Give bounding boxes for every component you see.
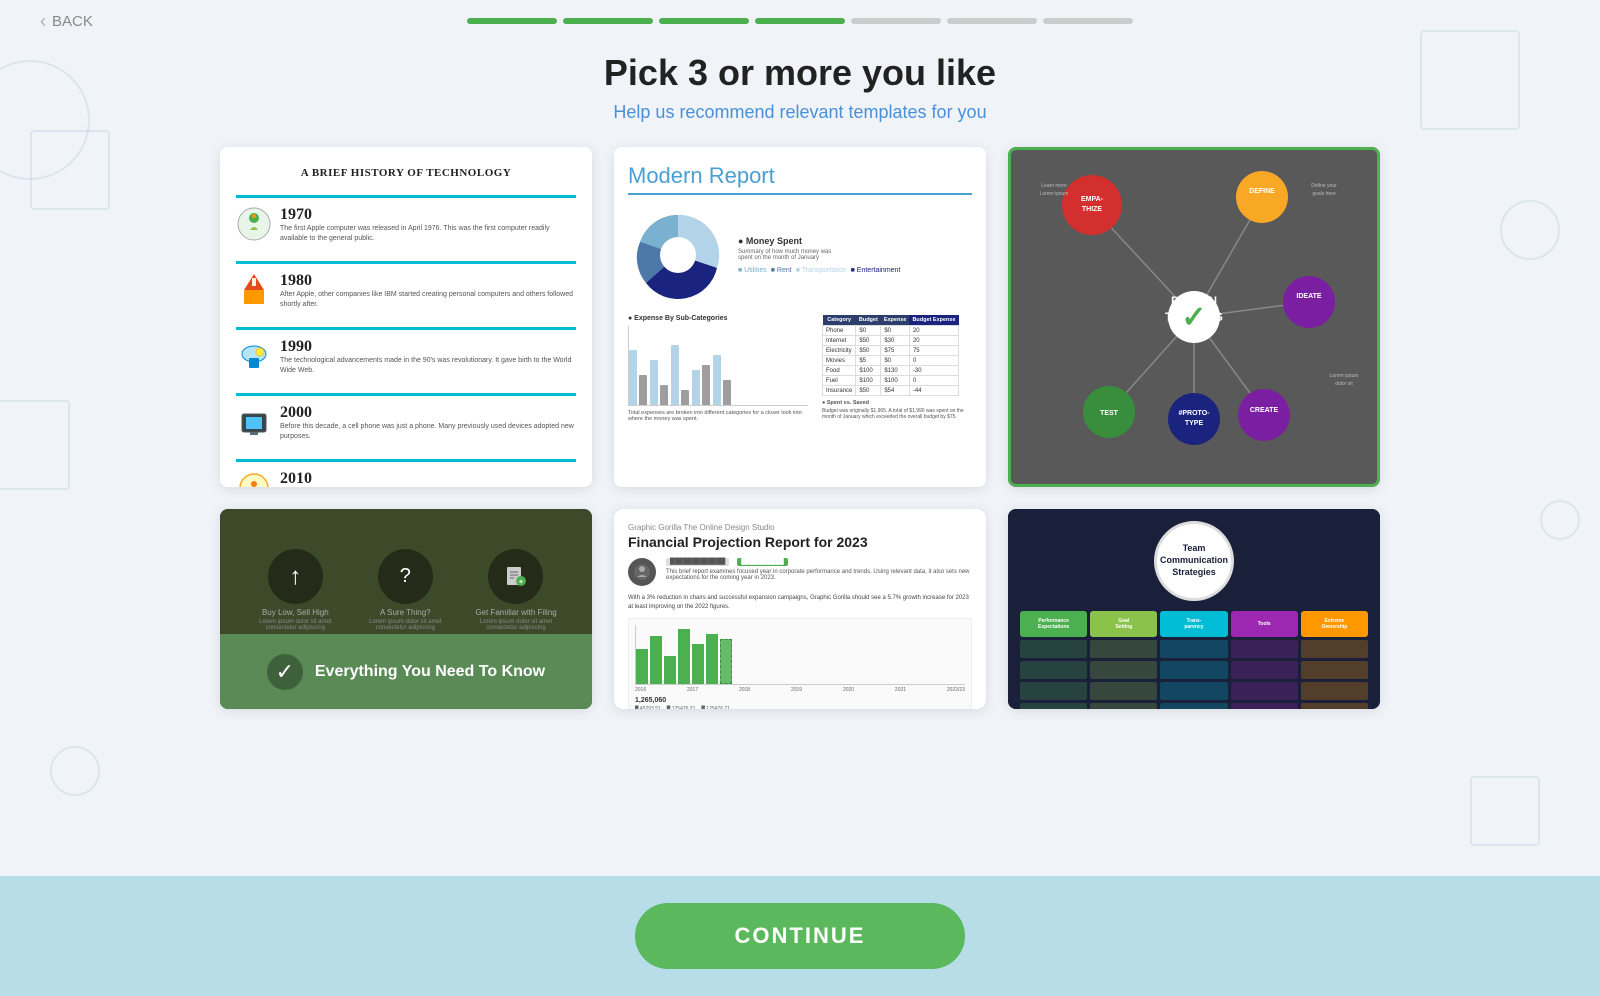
- card-1-title: A BRIEF HISTORY OF TECHNOLOGY: [236, 167, 576, 179]
- svg-text:Lorem ipsum: Lorem ipsum: [1040, 191, 1069, 197]
- progress-segment-4: [755, 18, 845, 24]
- card-6-col-5-row-2: [1301, 661, 1368, 679]
- card-4-selected-text: Everything You Need To Know: [315, 663, 545, 681]
- card-6-col-1-row-3: [1020, 682, 1087, 700]
- back-button[interactable]: ‹ BACK: [40, 11, 93, 32]
- progress-segment-2: [563, 18, 653, 24]
- continue-button[interactable]: CONTINUE: [635, 903, 966, 969]
- bottom-bar: CONTINUE: [0, 876, 1600, 996]
- card-2-bar-section: ● Expense By Sub-Categories: [628, 315, 972, 422]
- svg-text:TEST: TEST: [1100, 410, 1119, 417]
- card-6-col-4-header: Tools: [1231, 611, 1298, 637]
- card-5-header: Graphic Gorilla The Online Design Studio: [628, 523, 972, 532]
- card-6-col-5-row-3: [1301, 682, 1368, 700]
- svg-text:Define your: Define your: [1311, 183, 1337, 189]
- progress-segment-5: [851, 18, 941, 24]
- svg-text:EMPA-: EMPA-: [1081, 196, 1104, 203]
- timeline-1980: 1980 After Apple, other companies like I…: [236, 257, 576, 313]
- card-6-col-3-row-4: [1160, 703, 1227, 709]
- card-1-preview: A BRIEF HISTORY OF TECHNOLOGY 1970 The f…: [220, 147, 592, 487]
- svg-text:+: +: [519, 579, 523, 586]
- card-6-col-1-header: PerformanceExpectations: [1020, 611, 1087, 637]
- card-6-preview: TeamCommunicationStrategies PerformanceE…: [1008, 509, 1380, 709]
- card-4-caption-2: A Sure Thing?: [380, 608, 431, 617]
- card-6-col-3-row-1: [1160, 640, 1227, 658]
- template-card-1[interactable]: ✓ A BRIEF HISTORY OF TECHNOLOGY 1970 The…: [220, 147, 592, 487]
- svg-text:DEFINE: DEFINE: [1249, 188, 1275, 195]
- card-6-col-5-row-4: [1301, 703, 1368, 709]
- svg-text:goals here: goals here: [1312, 191, 1336, 197]
- card-6-col-5-header: ExtremeOwnership: [1301, 611, 1368, 637]
- card-4-check-icon: ✓: [267, 654, 303, 690]
- progress-segment-7: [1043, 18, 1133, 24]
- card-4-icon-2: ?: [378, 549, 433, 604]
- page-header: Pick 3 or more you like Help us recommen…: [0, 34, 1600, 147]
- timeline-2010: 2010 This decade was filled with innovat…: [236, 455, 576, 487]
- card-2-preview: Modern Report ● Money: [614, 147, 986, 487]
- card-4-selected-overlay: ✓ Everything You Need To Know: [220, 634, 592, 709]
- card-6-col-4-row-2: [1231, 661, 1298, 679]
- card-6-col-3-row-2: [1160, 661, 1227, 679]
- progress-segment-6: [947, 18, 1037, 24]
- svg-text:#PROTO-: #PROTO-: [1179, 410, 1211, 417]
- svg-text:Lorem ipsum: Lorem ipsum: [1330, 373, 1359, 379]
- svg-text:Learn more: Learn more: [1041, 183, 1067, 189]
- card-5-meta: █████████████ ██████████ This brief repo…: [628, 558, 972, 586]
- card-6-col-3-row-3: [1160, 682, 1227, 700]
- card-2-pie-section: ● Money Spent Summary of how much money …: [628, 205, 972, 305]
- progress-bar: [467, 18, 1133, 24]
- card-6-col-1-row-1: [1020, 640, 1087, 658]
- card-4-icon-1: ↑: [268, 549, 323, 604]
- svg-text:dolor sit: dolor sit: [1335, 381, 1353, 387]
- card-4-caption-1: Buy Low, Sell High: [262, 608, 329, 617]
- progress-segment-1: [467, 18, 557, 24]
- card-5-title: Financial Projection Report for 2023: [628, 534, 972, 550]
- timeline-1970: 1970 The first Apple computer was releas…: [236, 191, 576, 247]
- card-6-col-1-row-4: [1020, 703, 1087, 709]
- template-grid: ✓ A BRIEF HISTORY OF TECHNOLOGY 1970 The…: [100, 147, 1500, 869]
- svg-text:TYPE: TYPE: [1185, 420, 1204, 427]
- card-6-col-2-row-3: [1090, 682, 1157, 700]
- card-6-col-4-row-4: [1231, 703, 1298, 709]
- progress-segment-3: [659, 18, 749, 24]
- card-6-center-title: TeamCommunicationStrategies: [1154, 521, 1234, 601]
- card-2-table: CategoryBudgetExpenseBudget Expense Phon…: [822, 315, 959, 396]
- card-6-col-1-row-2: [1020, 661, 1087, 679]
- card-6-col-2-row-2: [1090, 661, 1157, 679]
- svg-text:THIZE: THIZE: [1082, 206, 1103, 213]
- svg-text:IDEATE: IDEATE: [1296, 293, 1321, 300]
- svg-text:CREATE: CREATE: [1250, 407, 1279, 414]
- card-4-icons: ↑ Buy Low, Sell High Lorem ipsum dolor s…: [255, 549, 556, 631]
- card-6-col-3-header: Trans-parency: [1160, 611, 1227, 637]
- card-6-col-4-row-1: [1231, 640, 1298, 658]
- card-6-col-4-row-3: [1231, 682, 1298, 700]
- card-5-preview: Graphic Gorilla The Online Design Studio…: [614, 509, 986, 709]
- card-2-title: Modern Report: [628, 163, 972, 189]
- page-subtitle: Help us recommend relevant templates for…: [20, 102, 1580, 123]
- card-3-selected-check: ✓: [1168, 291, 1220, 343]
- back-label: BACK: [52, 13, 93, 30]
- card-3-preview: DESIGN THINKING EMPA- THIZE DEFINE IDEAT…: [1008, 147, 1380, 487]
- card-4-caption-3: Get Familiar with Filing: [475, 608, 556, 617]
- template-card-3[interactable]: DESIGN THINKING EMPA- THIZE DEFINE IDEAT…: [1008, 147, 1380, 487]
- card-6-columns: PerformanceExpectations GoalSetting Tran…: [1020, 611, 1368, 709]
- top-navigation: ‹ BACK: [0, 0, 1600, 34]
- card-4-icon-3: +: [488, 549, 543, 604]
- card-6-col-2-header: GoalSetting: [1090, 611, 1157, 637]
- card-2-divider: [628, 193, 972, 195]
- card-6-col-2-row-4: [1090, 703, 1157, 709]
- template-card-5[interactable]: ✓ Graphic Gorilla The Online Design Stud…: [614, 509, 986, 709]
- card-2-legend: ● Money Spent Summary of how much money …: [738, 236, 900, 274]
- page-title: Pick 3 or more you like: [20, 52, 1580, 94]
- card-6-col-5-row-1: [1301, 640, 1368, 658]
- template-card-2[interactable]: ✓ Modern Report: [614, 147, 986, 487]
- timeline-1990: 1990 The technological advancements made…: [236, 323, 576, 379]
- card-6-col-2-row-1: [1090, 640, 1157, 658]
- template-card-4[interactable]: ↑ Buy Low, Sell High Lorem ipsum dolor s…: [220, 509, 592, 709]
- back-chevron-icon: ‹: [40, 11, 46, 32]
- timeline-2000: 2000 Before this decade, a cell phone wa…: [236, 389, 576, 445]
- template-card-6[interactable]: ✓ TeamCommunicationStrategies Performanc…: [1008, 509, 1380, 709]
